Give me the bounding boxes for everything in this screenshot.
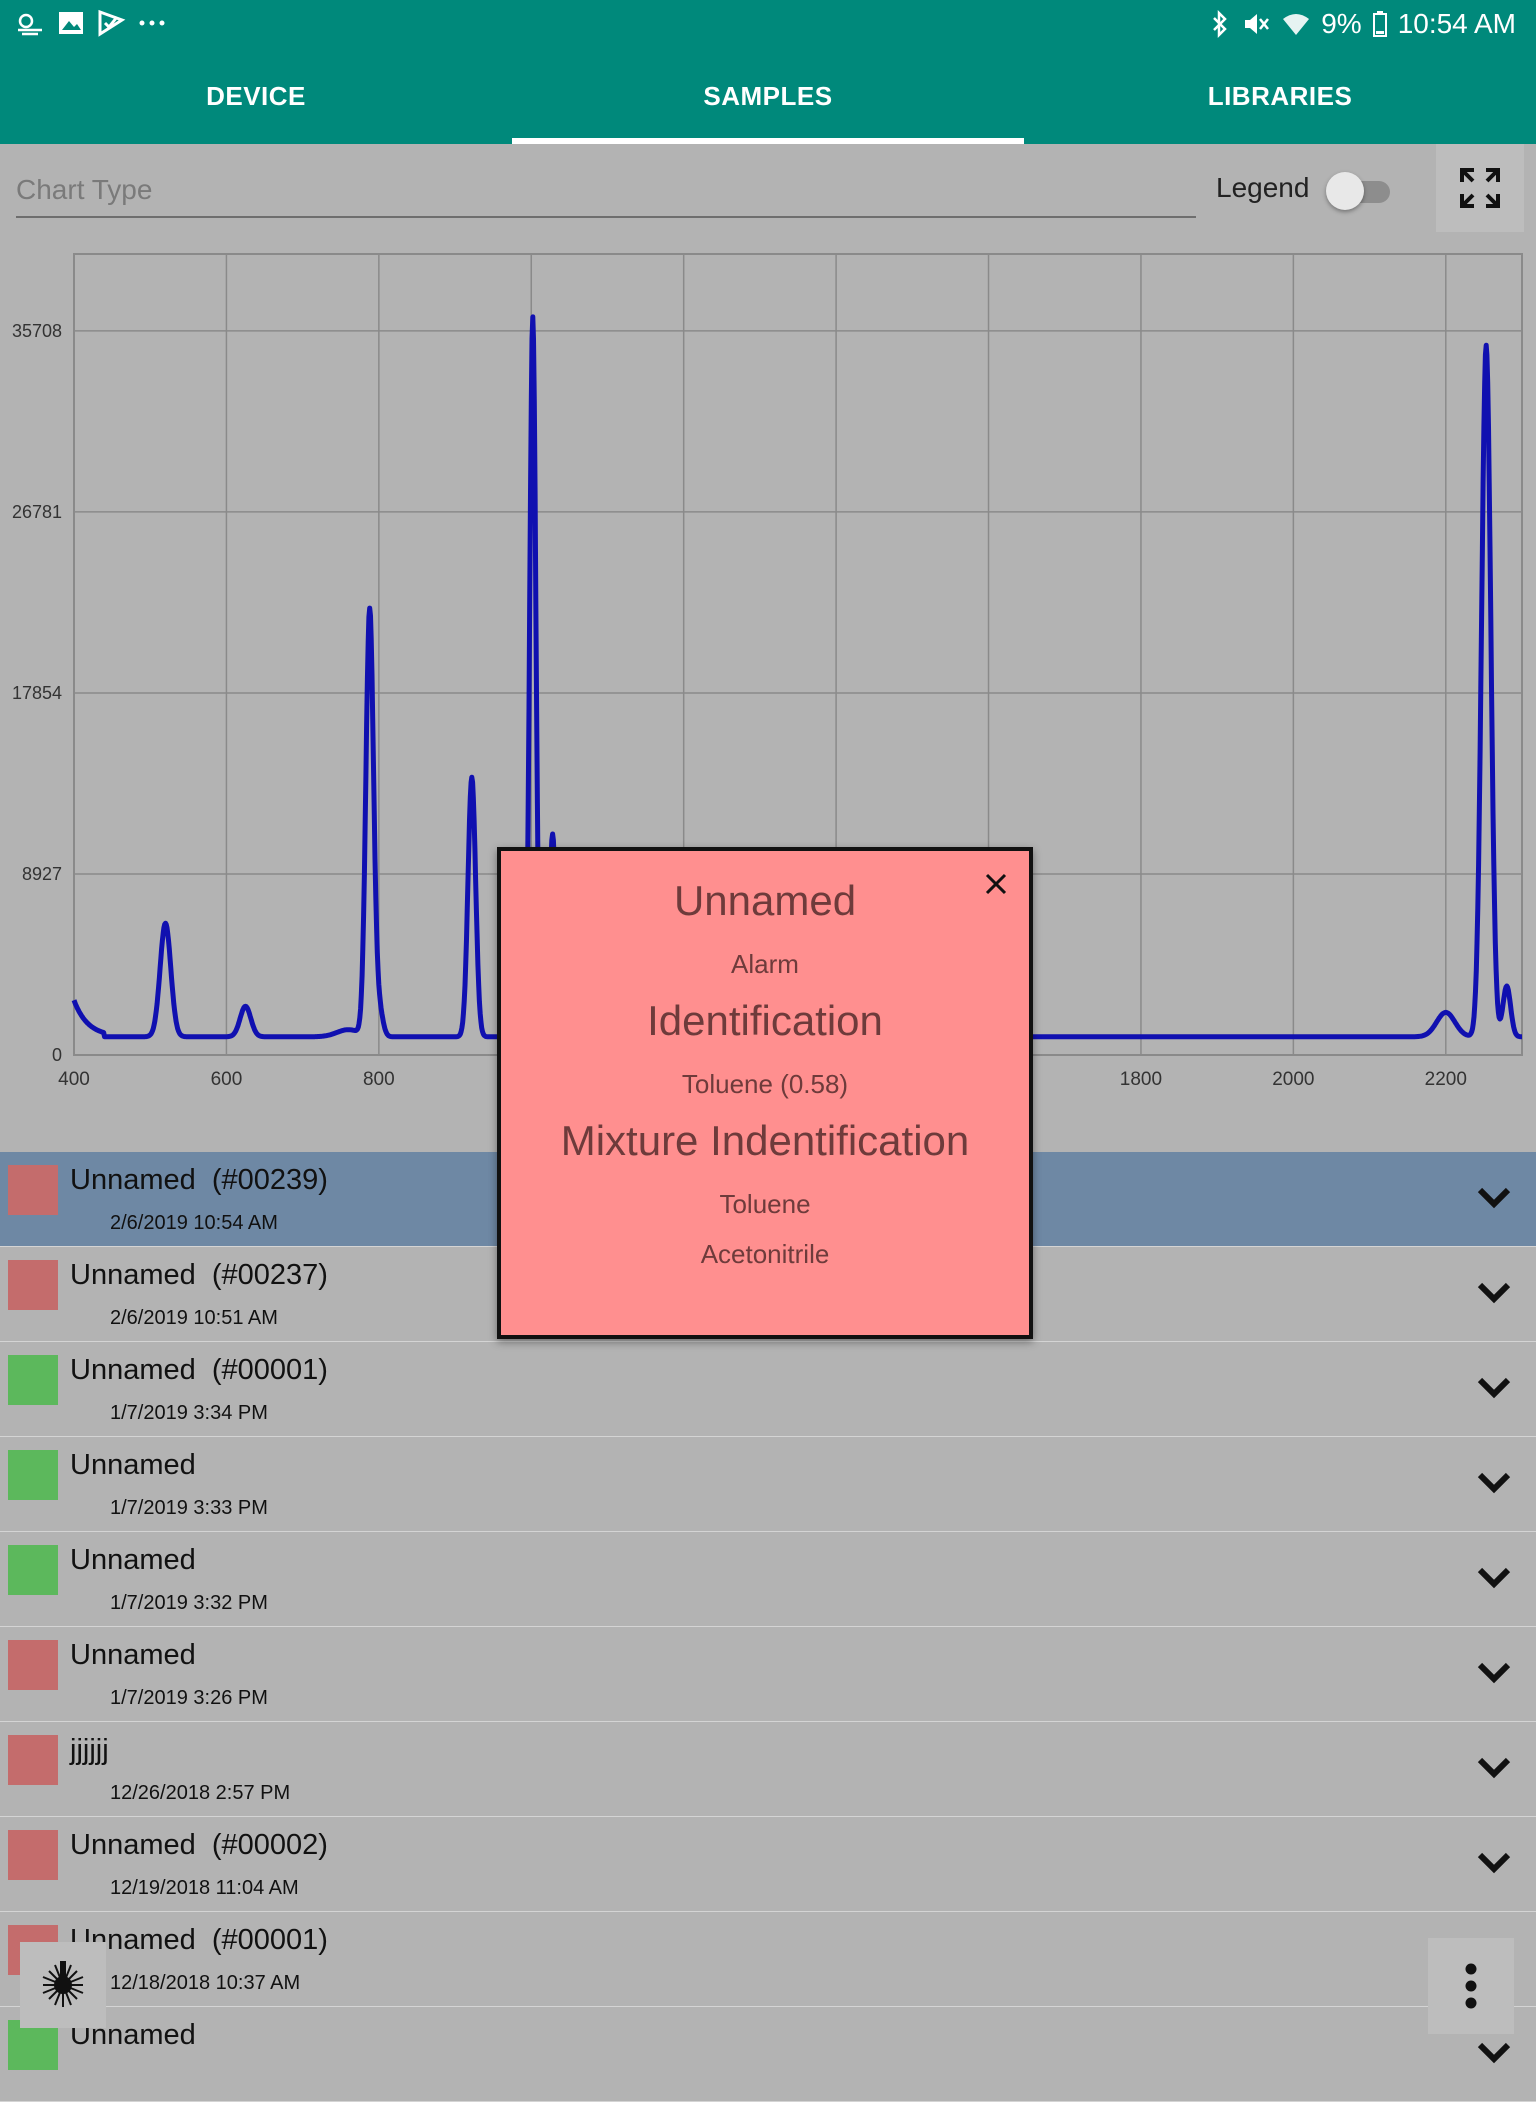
- y-tick-label: 8927: [22, 864, 62, 884]
- x-tick-label: 2000: [1272, 1069, 1314, 1090]
- tab-samples[interactable]: SAMPLES: [512, 48, 1024, 144]
- clock: 10:54 AM: [1397, 8, 1516, 39]
- popup-identification-value: Toluene (0.58): [681, 1069, 849, 1099]
- sample-date: 1/7/2019 3:32 PM: [110, 1592, 268, 1614]
- sample-status-swatch: [8, 1830, 58, 1880]
- sample-status-swatch: [8, 1545, 58, 1595]
- chart-type-select[interactable]: Chart Type: [16, 168, 1196, 218]
- popup-identification-heading: Identification: [647, 997, 883, 1044]
- sample-date: 1/7/2019 3:26 PM: [110, 1687, 268, 1709]
- sample-date: 1/7/2019 3:33 PM: [110, 1497, 268, 1519]
- sample-status-swatch: [8, 1355, 58, 1405]
- y-tick-label: 26781: [12, 502, 62, 522]
- mute-icon: [1245, 14, 1270, 34]
- more-dots-icon: [139, 20, 165, 26]
- legend-label: Legend: [1216, 172, 1310, 203]
- sample-name: Unnamed: [70, 1544, 196, 1576]
- popup-mixture-item: Acetonitrile: [700, 1239, 830, 1269]
- sample-date: 1/7/2019 3:34 PM: [110, 1402, 268, 1424]
- chevron-down-icon[interactable]: [1474, 1657, 1514, 1687]
- tab-device-label: DEVICE: [206, 80, 306, 111]
- sample-row[interactable]: Unnamed (#00001) 1/7/2019 3:34 PM: [0, 1342, 1536, 1437]
- sample-status-swatch: [8, 1640, 58, 1690]
- y-tick-label: 0: [52, 1045, 62, 1065]
- tab-device[interactable]: DEVICE: [0, 48, 512, 144]
- chevron-down-icon[interactable]: [1474, 1562, 1514, 1592]
- chevron-down-icon[interactable]: [1474, 1752, 1514, 1782]
- legend-toggle-knob: [1326, 172, 1364, 210]
- popup-mixture-heading: Mixture Indentification: [560, 1117, 970, 1164]
- chevron-down-icon[interactable]: [1474, 2037, 1514, 2067]
- sample-row[interactable]: jjjjjj 12/26/2018 2:57 PM: [0, 1722, 1536, 1817]
- sample-date: 2/6/2019 10:54 AM: [110, 1212, 278, 1234]
- chevron-down-icon[interactable]: [1474, 1182, 1514, 1212]
- x-tick-label: 800: [363, 1069, 395, 1090]
- tab-libraries-label: LIBRARIES: [1207, 80, 1353, 111]
- x-tick-label: 2200: [1425, 1069, 1467, 1090]
- more-options-button[interactable]: [1428, 1938, 1514, 2034]
- sample-row[interactable]: Unnamed 1/7/2019 3:32 PM: [0, 1532, 1536, 1627]
- sample-date: 12/26/2018 2:57 PM: [110, 1782, 291, 1804]
- popup-status: Alarm: [731, 949, 799, 979]
- sample-date: 12/19/2018 11:04 AM: [110, 1877, 299, 1899]
- sample-name: Unnamed (#00001): [70, 1924, 328, 1956]
- sample-name: Unnamed (#00239): [70, 1164, 328, 1196]
- expand-icon: [1460, 168, 1500, 208]
- battery-percent: 9%: [1321, 8, 1362, 39]
- sample-name: Unnamed (#00001): [70, 1354, 328, 1386]
- more-vert-icon: [1465, 1963, 1477, 2009]
- popup-mixture-item: Toluene: [719, 1189, 811, 1219]
- wifi-icon: [1283, 14, 1310, 35]
- fullscreen-button[interactable]: [1436, 144, 1524, 232]
- tab-bar: DEVICE SAMPLES LIBRARIES: [0, 48, 1536, 144]
- laser-icon: [42, 1961, 84, 2007]
- y-tick-label: 17854: [12, 683, 62, 703]
- sample-name: Unnamed (#00237): [70, 1259, 328, 1291]
- gallery-icon: [59, 12, 83, 34]
- popup-title: Unnamed: [673, 877, 857, 924]
- sample-name: jjjjjj: [70, 1734, 109, 1766]
- sample-status-swatch: [8, 1165, 58, 1215]
- sample-name: Unnamed (#00002): [70, 1829, 328, 1861]
- sample-name: Unnamed: [70, 1449, 196, 1481]
- sample-row[interactable]: Unnamed (#00001) 12/18/2018 10:37 AM: [0, 1912, 1536, 2007]
- status-right: 9% 10:54 AM: [1209, 8, 1516, 40]
- check-icon: [98, 9, 126, 37]
- sample-status-swatch: [8, 1450, 58, 1500]
- chevron-down-icon[interactable]: [1474, 1467, 1514, 1497]
- chevron-down-icon[interactable]: [1474, 1372, 1514, 1402]
- sample-date: 2/6/2019 10:51 AM: [110, 1307, 278, 1329]
- x-tick-label: 400: [58, 1069, 90, 1090]
- sample-row[interactable]: Unnamed 1/7/2019 3:33 PM: [0, 1437, 1536, 1532]
- sample-row[interactable]: Unnamed 1/7/2019 3:26 PM: [0, 1627, 1536, 1722]
- x-tick-label: 600: [211, 1069, 243, 1090]
- y-tick-label: 35708: [12, 321, 62, 341]
- tab-samples-label: SAMPLES: [703, 80, 833, 111]
- sample-date: 12/18/2018 10:37 AM: [110, 1972, 301, 1994]
- bluetooth-icon: [1213, 9, 1227, 39]
- tab-libraries[interactable]: LIBRARIES: [1024, 48, 1536, 144]
- sample-row[interactable]: Unnamed: [0, 2007, 1536, 2102]
- status-left-icons: [14, 8, 168, 38]
- x-tick-label: 1800: [1120, 1069, 1162, 1090]
- legend-toggle[interactable]: [1326, 172, 1394, 210]
- chevron-down-icon[interactable]: [1474, 1277, 1514, 1307]
- identification-popup: Unnamed Alarm Identification Toluene (0.…: [497, 847, 1033, 1339]
- sample-name: Unnamed: [70, 1639, 196, 1671]
- battery-icon: [1372, 11, 1387, 37]
- chevron-down-icon[interactable]: [1474, 1847, 1514, 1877]
- laser-button[interactable]: [20, 1942, 106, 2028]
- status-bar: 9% 10:54 AM: [0, 0, 1536, 48]
- sample-row[interactable]: Unnamed (#00002) 12/19/2018 11:04 AM: [0, 1817, 1536, 1912]
- weather-icon: [18, 13, 42, 36]
- chart-type-placeholder: Chart Type: [16, 174, 153, 205]
- sample-status-swatch: [8, 1260, 58, 1310]
- sample-status-swatch: [8, 1735, 58, 1785]
